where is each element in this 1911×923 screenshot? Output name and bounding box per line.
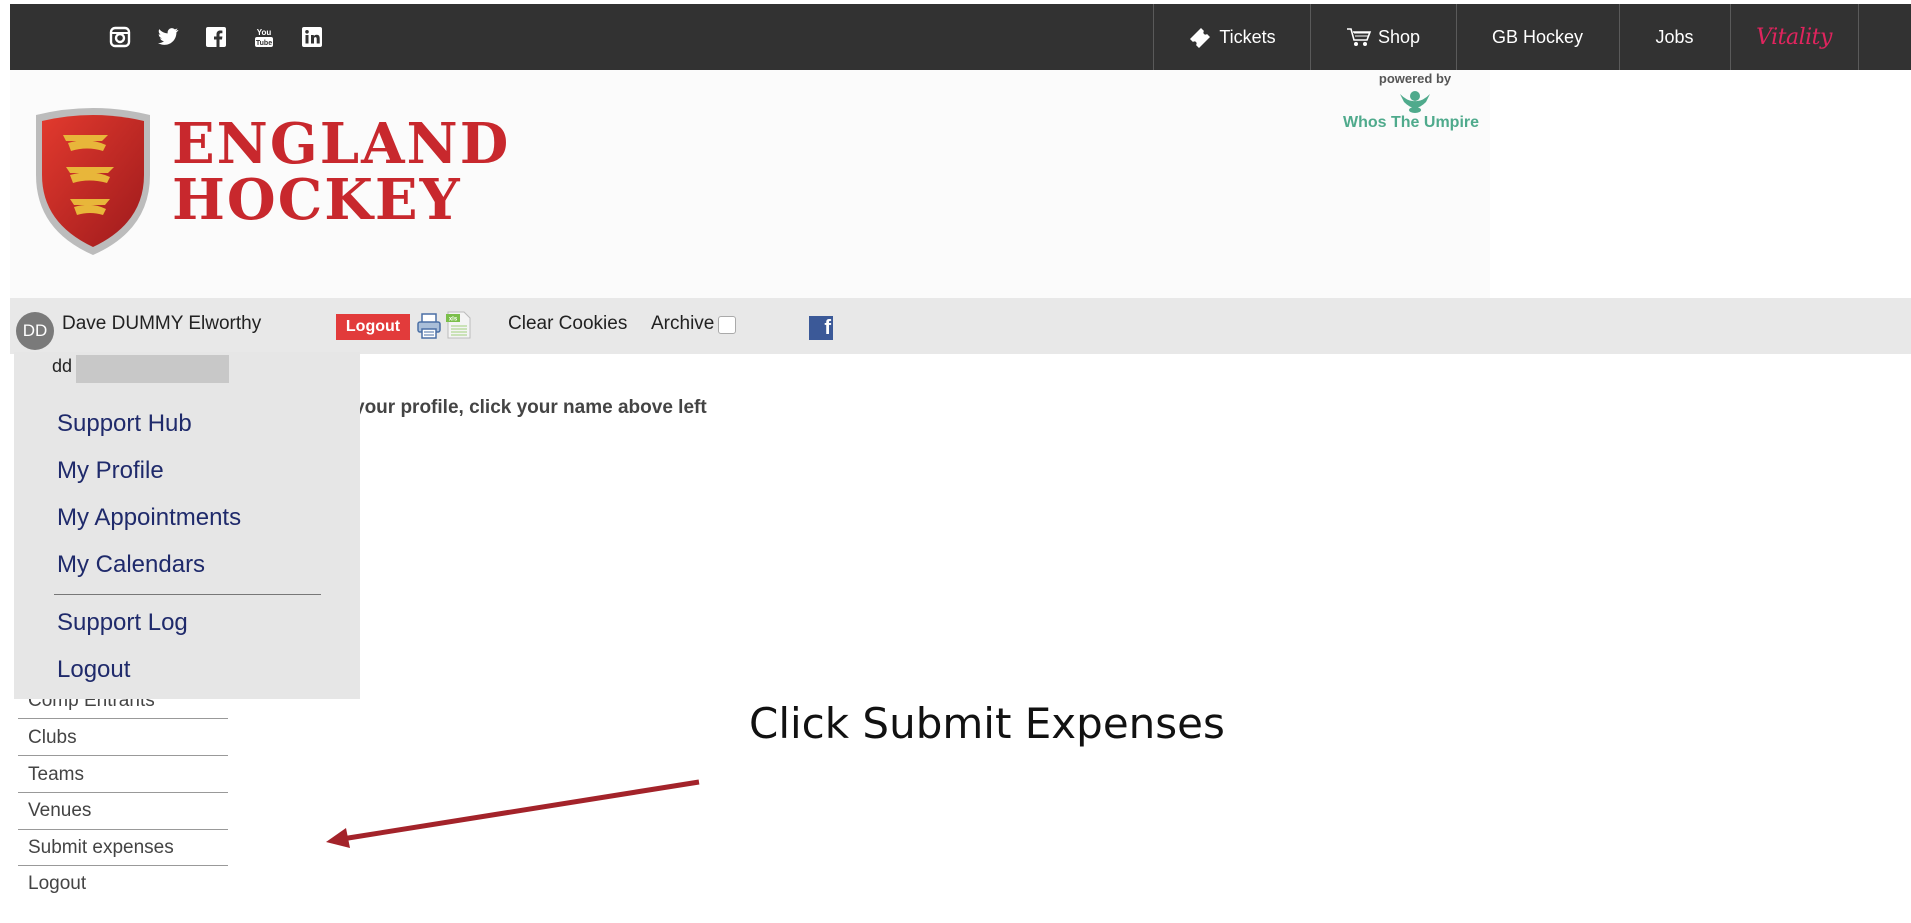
dropdown-my-calendars[interactable]: My Calendars xyxy=(57,551,205,579)
side-menu-submit-expenses[interactable]: Submit expenses xyxy=(28,837,174,859)
cart-icon xyxy=(1346,28,1372,46)
facebook-icon[interactable] xyxy=(203,24,229,50)
nav-tickets-label: Tickets xyxy=(1219,26,1276,47)
side-menu-divider xyxy=(18,865,228,866)
annotation-arrow-icon xyxy=(326,779,700,848)
svg-text:xls: xls xyxy=(449,317,458,323)
nav-jobs[interactable]: Jobs xyxy=(1619,4,1730,70)
nav-jobs-label: Jobs xyxy=(1655,26,1694,47)
annotation-text: Click Submit Expenses xyxy=(749,699,1225,748)
dropdown-divider xyxy=(54,594,321,595)
powered-by-label: powered by xyxy=(1378,71,1452,86)
redacted-handle xyxy=(76,355,229,383)
side-menu-teams[interactable]: Teams xyxy=(28,764,84,786)
side-menu-divider xyxy=(18,829,228,830)
side-menu-clubs[interactable]: Clubs xyxy=(28,727,77,749)
whos-the-umpire-logo-icon xyxy=(1400,91,1430,113)
nav-vitality[interactable]: Vitality xyxy=(1730,4,1858,70)
clear-cookies-link[interactable]: Clear Cookies xyxy=(508,313,627,335)
user-handle: dd xyxy=(52,356,73,376)
user-toolbar xyxy=(10,298,1911,354)
archive-label: Archive xyxy=(651,313,715,334)
twitter-icon[interactable] xyxy=(155,24,181,50)
nav-tickets[interactable]: Tickets xyxy=(1153,4,1310,70)
facebook-icon[interactable]: f xyxy=(809,316,833,340)
top-navigation-bar: You Tube Tickets Shop GB Hockey Jobs Vita… xyxy=(10,4,1911,70)
brand-name-line2: HOCKEY xyxy=(172,167,462,233)
nav-gb-hockey-label: GB Hockey xyxy=(1491,26,1584,47)
archive-checkbox[interactable] xyxy=(718,316,736,334)
avatar[interactable]: DD xyxy=(16,312,54,350)
logout-button[interactable]: Logout xyxy=(336,314,410,340)
side-menu-logout[interactable]: Logout xyxy=(28,873,86,895)
youtube-icon[interactable]: You Tube xyxy=(251,24,277,50)
user-name-link[interactable]: Dave DUMMY Elworthy xyxy=(62,313,261,335)
printer-icon[interactable] xyxy=(416,312,442,340)
dropdown-my-appointments[interactable]: My Appointments xyxy=(57,504,241,532)
side-menu-divider xyxy=(18,792,228,793)
dropdown-support-hub[interactable]: Support Hub xyxy=(57,410,192,438)
nav-gb-hockey[interactable]: GB Hockey xyxy=(1456,4,1619,70)
svg-text:Tube: Tube xyxy=(256,40,272,47)
nav-shop[interactable]: Shop xyxy=(1310,4,1456,70)
linkedin-icon[interactable] xyxy=(299,24,325,50)
side-menu-divider xyxy=(18,718,228,719)
dropdown-my-profile[interactable]: My Profile xyxy=(57,457,164,485)
nav-shop-label: Shop xyxy=(1377,26,1421,47)
dropdown-support-log[interactable]: Support Log xyxy=(57,609,188,637)
instagram-icon[interactable] xyxy=(107,24,133,50)
spreadsheet-export-icon[interactable]: xls xyxy=(444,310,472,340)
brand-name-line1: ENGLAND xyxy=(172,111,511,177)
ticket-icon xyxy=(1190,28,1211,48)
svg-text:You: You xyxy=(257,28,272,37)
side-menu-divider xyxy=(18,755,228,756)
side-menu-venues[interactable]: Venues xyxy=(28,800,91,822)
nav-divider xyxy=(1858,4,1859,70)
england-hockey-crest-icon[interactable] xyxy=(28,105,158,260)
dropdown-logout[interactable]: Logout xyxy=(57,656,130,684)
whos-the-umpire-brand[interactable]: Whos The Umpire xyxy=(1343,114,1479,132)
vitality-logo: Vitality xyxy=(1756,24,1832,50)
profile-hint-text: your profile, click your name above left xyxy=(354,397,707,418)
